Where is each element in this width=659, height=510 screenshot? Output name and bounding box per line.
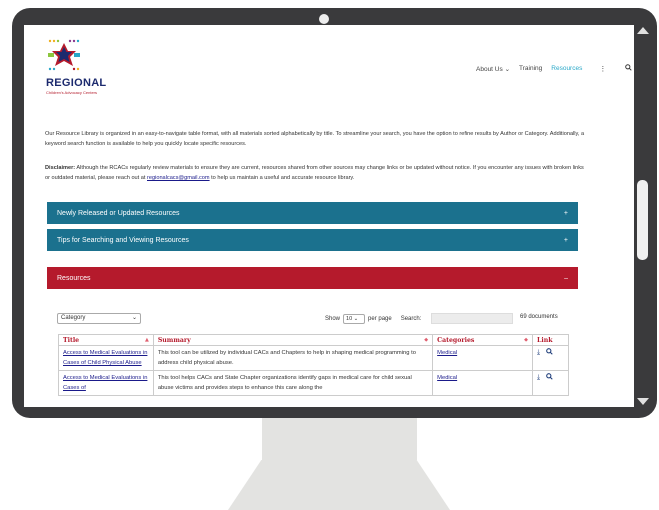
view-icon[interactable]	[546, 348, 553, 359]
main-nav: About Us ⌄ Training Resources ⋮	[476, 64, 632, 73]
intro-paragraph: Our Resource Library is organized in an …	[45, 131, 585, 147]
scrollbar[interactable]	[634, 25, 651, 407]
resource-category-link[interactable]: Medical	[437, 350, 457, 356]
per-page-select[interactable]: 10 ⌄	[343, 314, 366, 324]
header-label: Categories	[437, 336, 475, 344]
logo-text[interactable]: REGIONAL	[46, 77, 106, 89]
show-label: Show	[325, 316, 341, 322]
table-row: Access to Medical Evaluations in Cases o…	[58, 345, 569, 371]
screen: REGIONAL Children's Advocacy Centers Abo…	[24, 25, 646, 407]
resource-summary: This tool helps CACs and State Chapter o…	[152, 370, 434, 396]
resources-table: Title ▲ Summary ◆ Categories ◆ Link Access …	[58, 334, 569, 396]
column-header-summary[interactable]: Summary ◆	[152, 334, 434, 346]
monitor-stand-neck	[262, 418, 417, 460]
site-header: REGIONAL Children's Advocacy Centers Abo…	[24, 25, 646, 110]
download-icon[interactable]: ⤓	[537, 373, 540, 384]
plus-icon: +	[563, 209, 568, 217]
resource-summary: This tool can be utilized by individual …	[152, 345, 434, 371]
nav-item-training[interactable]: Training	[519, 65, 542, 72]
monitor-stand-base	[228, 460, 450, 510]
chevron-down-icon: ⌄	[131, 315, 137, 321]
search-input[interactable]	[431, 313, 513, 324]
column-header-categories[interactable]: Categories ◆	[432, 334, 533, 346]
search-icon[interactable]	[625, 64, 632, 73]
per-page-label: per page	[368, 316, 392, 322]
header-label: Link	[537, 336, 553, 344]
resource-category-link[interactable]: Medical	[437, 375, 457, 381]
nav-about-label: About Us	[476, 65, 503, 73]
document-count: 69 documents	[520, 314, 558, 320]
nav-item-about-us[interactable]: About Us ⌄	[476, 65, 510, 73]
category-select[interactable]: Category ⌄	[57, 313, 141, 324]
resource-title-link[interactable]: Access to Medical Evaluations in Cases o…	[63, 350, 147, 366]
table-row: Access to Medical Evaluations in Cases o…	[58, 370, 569, 396]
search-label: Search:	[400, 316, 422, 322]
scroll-down-arrow-icon[interactable]	[637, 398, 649, 405]
scroll-up-arrow-icon[interactable]	[637, 27, 649, 34]
logo-star-icon	[48, 39, 80, 71]
kebab-icon[interactable]: ⋮	[599, 65, 606, 73]
resource-title-link[interactable]: Access to Medical Evaluations in Cases o…	[63, 375, 147, 391]
category-select-label: Category	[61, 315, 86, 321]
logo-subtitle: Children's Advocacy Centers	[46, 90, 98, 95]
disclaimer-label: Disclaimer:	[45, 165, 76, 171]
camera-dot	[319, 14, 329, 24]
accordion-title: Resources	[57, 274, 91, 282]
monitor-frame: REGIONAL Children's Advocacy Centers Abo…	[12, 8, 657, 418]
minus-icon: –	[564, 274, 568, 282]
disclaimer-text-after: to help us maintain a useful and accurat…	[209, 175, 355, 181]
accordion-resources[interactable]: Resources –	[47, 267, 578, 289]
per-page-group: Show 10 ⌄ per page Search:	[325, 314, 421, 324]
download-icon[interactable]: ⤓	[537, 348, 540, 359]
per-page-value: 10	[346, 316, 353, 322]
accordion-tips[interactable]: Tips for Searching and Viewing Resources…	[47, 229, 578, 251]
sort-up-icon: ▲	[144, 337, 149, 343]
disclaimer-paragraph: Disclaimer: Although the RCACs regularly…	[45, 163, 585, 183]
sort-icon: ◆	[524, 337, 528, 343]
column-header-link: Link	[532, 334, 569, 346]
accordion-title: Newly Released or Updated Resources	[57, 209, 180, 217]
header-label: Title	[63, 336, 80, 344]
table-header-row: Title ▲ Summary ◆ Categories ◆ Link	[58, 334, 569, 346]
accordion-newly-released[interactable]: Newly Released or Updated Resources +	[47, 202, 578, 224]
header-label: Summary	[157, 336, 191, 344]
table-controls: Category ⌄ Show 10 ⌄ per page Search: 69…	[57, 313, 569, 325]
column-header-title[interactable]: Title ▲	[58, 334, 154, 346]
view-icon[interactable]	[546, 373, 553, 384]
nav-item-resources[interactable]: Resources	[551, 65, 582, 72]
email-link[interactable]: regionalcacs@gmail.com	[147, 175, 210, 181]
chevron-down-icon: ⌄	[504, 65, 511, 73]
scroll-thumb[interactable]	[637, 180, 648, 260]
plus-icon: +	[563, 236, 568, 244]
sort-icon: ◆	[424, 337, 429, 343]
accordion-title: Tips for Searching and Viewing Resources	[57, 236, 189, 244]
